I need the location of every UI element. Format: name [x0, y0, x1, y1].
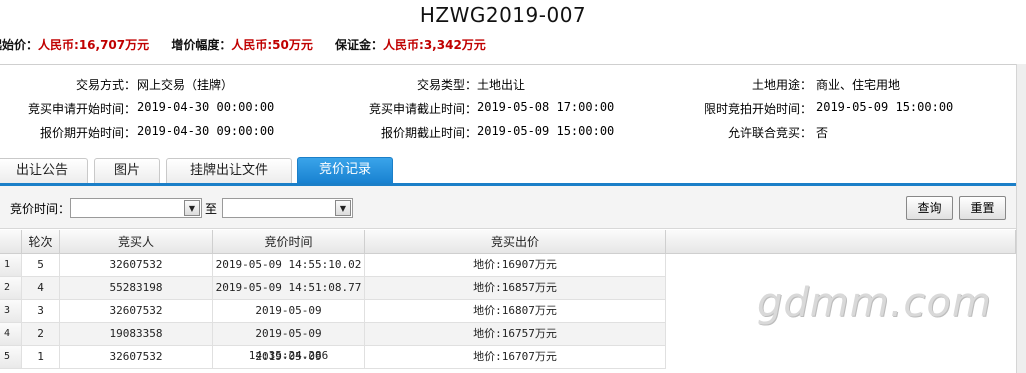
- auction-start-value: 2019-05-09 15:00:00: [816, 100, 954, 114]
- tab-bid-records[interactable]: 竞价记录: [297, 157, 393, 184]
- divider: [0, 64, 1016, 65]
- header-index: [0, 230, 22, 254]
- quote-start-value: 2019-04-30 09:00:00: [137, 124, 275, 138]
- bidder-cell: 19083358: [60, 323, 213, 346]
- header-bid-price: 竞买出价: [365, 230, 666, 254]
- round-cell: 4: [22, 277, 60, 300]
- trade-type-label: 交易类型：: [416, 78, 477, 92]
- header-filler: [666, 230, 1016, 254]
- reset-button[interactable]: 重置: [959, 196, 1006, 220]
- start-price-label: 起始价：: [0, 38, 39, 52]
- info-row: 竞买申请开始时间： 2019-04-30 00:00:00 竞买申请截止时间： …: [0, 100, 1016, 122]
- row-index: 3: [0, 300, 22, 323]
- quote-end-value: 2019-05-09 15:00:00: [477, 124, 615, 138]
- row-index: 5: [0, 346, 22, 369]
- filter-bar: 竞价时间： ▼ 至 ▼ 查询 重置: [0, 186, 1016, 229]
- quote-start-label: 报价期开始时间：: [39, 126, 136, 140]
- trade-type-value: 土地出让: [477, 78, 526, 92]
- round-cell: 1: [22, 346, 60, 369]
- tab-pictures[interactable]: 图片: [94, 158, 160, 184]
- quote-end-label: 报价期截止时间：: [380, 126, 477, 140]
- deposit-value: 人民币:3,342万元: [383, 38, 486, 52]
- bidder-cell: 32607532: [60, 254, 213, 277]
- trade-mode-value: 网上交易（挂牌）: [137, 78, 234, 92]
- apply-end-label: 竞买申请截止时间：: [368, 102, 477, 116]
- bid-time-cell: 2019-05-09 11:22:20.099: [213, 346, 365, 373]
- price-summary: 起始价：人民币:16,707万元 增价幅度：人民币:50万元 保证金：人民币:3…: [0, 36, 504, 53]
- round-cell: 2: [22, 323, 60, 346]
- row-index: 2: [0, 277, 22, 300]
- table-row[interactable]: 2 4 55283198 2019-05-09 14:51:08.77 地价:1…: [0, 277, 666, 300]
- bid-time-cell: 2019-05-09 14:51:08.77: [213, 277, 365, 300]
- bid-time-cell: 2019-05-09 14:55:10.02: [213, 254, 365, 277]
- joint-bid-label: 允许联合竞买：: [727, 126, 812, 140]
- query-button[interactable]: 查询: [906, 196, 953, 220]
- apply-end-value: 2019-05-08 17:00:00: [477, 100, 615, 114]
- table-row[interactable]: 4 2 19083358 2019-05-09 14:35:24.286 地价:…: [0, 323, 666, 362]
- header-bid-time: 竞价时间: [213, 230, 365, 254]
- table-header: 轮次 竞买人 竞价时间 竞买出价: [0, 230, 1016, 254]
- bid-time-cell: 2019-05-09 14:35:24.286: [213, 323, 365, 362]
- deposit-label: 保证金：: [335, 38, 384, 52]
- bid-price-cell: 地价:16907万元: [365, 254, 666, 277]
- table-row[interactable]: 5 1 32607532 2019-05-09 11:22:20.099 地价:…: [0, 346, 666, 373]
- page-title: HZWG2019-007: [419, 3, 587, 27]
- land-use-label: 土地用途：: [751, 78, 812, 92]
- bidder-cell: 32607532: [60, 300, 213, 323]
- table-row[interactable]: 1 5 32607532 2019-05-09 14:55:10.02 地价:1…: [0, 254, 666, 277]
- table-row[interactable]: 3 3 32607532 2019-05-09 14:46:22.957 地价:…: [0, 300, 666, 339]
- apply-start-label: 竞买申请开始时间：: [27, 102, 136, 116]
- to-label: 至: [205, 202, 218, 216]
- bidder-cell: 55283198: [60, 277, 213, 300]
- apply-start-value: 2019-04-30 00:00:00: [137, 100, 275, 114]
- chevron-down-icon[interactable]: ▼: [335, 200, 351, 216]
- bid-time-label: 竞价时间：: [10, 202, 71, 216]
- round-cell: 3: [22, 300, 60, 323]
- page-scrollbar[interactable]: [1016, 64, 1026, 373]
- round-cell: 5: [22, 254, 60, 277]
- row-index: 4: [0, 323, 22, 346]
- bid-time-to-select[interactable]: ▼: [222, 198, 353, 218]
- bid-time-from-select[interactable]: ▼: [70, 198, 202, 218]
- info-row: 交易方式： 网上交易（挂牌） 交易类型： 土地出让 土地用途： 商业、住宅用地: [0, 76, 1016, 98]
- watermark: gdmm.com: [757, 280, 992, 326]
- bid-price-cell: 地价:16757万元: [365, 323, 666, 346]
- bid-price-cell: 地价:16707万元: [365, 346, 666, 369]
- bid-price-cell: 地价:16857万元: [365, 277, 666, 300]
- start-price-value: 人民币:16,707万元: [38, 38, 150, 52]
- header-bidder: 竞买人: [60, 230, 213, 254]
- trade-mode-label: 交易方式：: [75, 78, 136, 92]
- bidder-cell: 32607532: [60, 346, 213, 369]
- increment-label: 增价幅度：: [171, 38, 232, 52]
- joint-bid-value: 否: [816, 126, 829, 140]
- auction-start-label: 限时竞拍开始时间：: [703, 102, 812, 116]
- bid-price-cell: 地价:16807万元: [365, 300, 666, 323]
- header-round: 轮次: [22, 230, 60, 254]
- land-use-value: 商业、住宅用地: [816, 78, 901, 92]
- tab-announcement[interactable]: 出让公告: [0, 158, 88, 184]
- tab-bar: 出让公告 图片 挂牌出让文件 竞价记录: [0, 157, 1016, 184]
- chevron-down-icon[interactable]: ▼: [184, 200, 200, 216]
- tab-listing-files[interactable]: 挂牌出让文件: [166, 158, 292, 184]
- increment-value: 人民币:50万元: [231, 38, 313, 52]
- bid-time-cell: 2019-05-09 14:46:22.957: [213, 300, 365, 339]
- row-index: 1: [0, 254, 22, 277]
- info-row: 报价期开始时间： 2019-04-30 09:00:00 报价期截止时间： 20…: [0, 124, 1016, 146]
